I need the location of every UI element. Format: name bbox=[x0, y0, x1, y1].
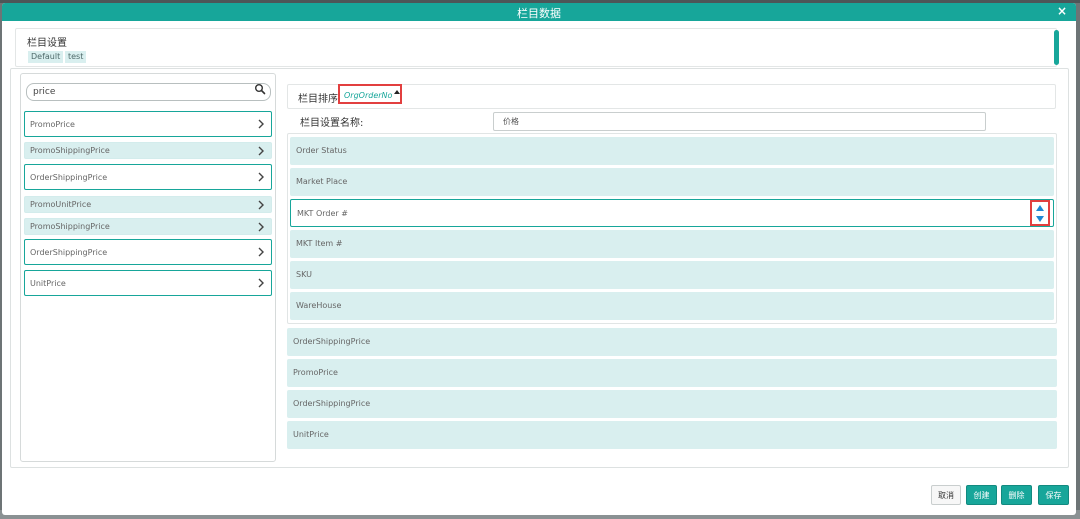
chevron-right-icon bbox=[258, 222, 264, 232]
field-item-order-shipping-price[interactable]: OrderShippingPrice bbox=[24, 164, 272, 190]
delete-button[interactable]: 删除 bbox=[1001, 485, 1032, 505]
modal-header: 栏目数据 × bbox=[2, 3, 1076, 21]
selected-field-label: OrderShippingPrice bbox=[293, 337, 371, 346]
chevron-right-icon bbox=[258, 172, 264, 182]
cancel-button[interactable]: 取消 bbox=[931, 485, 961, 505]
move-up-icon[interactable] bbox=[1036, 205, 1044, 211]
chevron-right-icon bbox=[258, 119, 264, 129]
column-item-market-place[interactable]: Market Place bbox=[290, 168, 1054, 196]
create-button[interactable]: 创建 bbox=[966, 485, 997, 505]
column-item-mkt-item[interactable]: MKT Item # bbox=[290, 230, 1054, 258]
field-item-label: PromoUnitPrice bbox=[30, 200, 92, 209]
caret-up-icon bbox=[394, 90, 400, 94]
selected-field-order-shipping-price-2[interactable]: OrderShippingPrice bbox=[287, 390, 1057, 418]
search-icon[interactable] bbox=[254, 83, 266, 95]
field-item-unit-price[interactable]: UnitPrice bbox=[24, 270, 272, 296]
field-item-promo-unit-price[interactable]: PromoUnitPrice bbox=[24, 196, 272, 213]
setting-name-input[interactable] bbox=[493, 112, 986, 131]
close-button[interactable]: × bbox=[1056, 5, 1068, 18]
search-input[interactable] bbox=[33, 86, 243, 98]
field-item-label: PromoPrice bbox=[30, 120, 75, 129]
column-item-warehouse[interactable]: WareHouse bbox=[290, 292, 1054, 320]
chevron-right-icon bbox=[258, 247, 264, 257]
field-item-label: OrderShippingPrice bbox=[30, 173, 108, 182]
field-item-order-shipping-price-2[interactable]: OrderShippingPrice bbox=[24, 239, 272, 265]
column-item-mkt-order[interactable]: MKT Order # bbox=[290, 199, 1054, 227]
column-settings-panel: 栏目设置 Default test bbox=[15, 28, 1057, 67]
field-item-label: OrderShippingPrice bbox=[30, 248, 108, 257]
modal-title: 栏目数据 bbox=[517, 7, 561, 20]
settings-scrollbar[interactable] bbox=[1054, 30, 1059, 65]
field-item-label: PromoShippingPrice bbox=[30, 146, 110, 155]
sort-label: 栏目排序 bbox=[298, 94, 338, 105]
chevron-right-icon bbox=[258, 200, 264, 210]
settings-title: 栏目设置 bbox=[27, 38, 67, 49]
reorder-control bbox=[1030, 200, 1050, 226]
column-item-sku[interactable]: SKU bbox=[290, 261, 1054, 289]
chevron-right-icon bbox=[258, 278, 264, 288]
field-item-promo-shipping-price-2[interactable]: PromoShippingPrice bbox=[24, 218, 272, 235]
field-item-promo-price[interactable]: PromoPrice bbox=[24, 111, 272, 137]
column-item-order-status[interactable]: Order Status bbox=[290, 137, 1054, 165]
selected-field-label: UnitPrice bbox=[293, 430, 329, 439]
selected-field-unit-price[interactable]: UnitPrice bbox=[287, 421, 1057, 449]
sort-dropdown[interactable]: OrgOrderNo bbox=[338, 84, 402, 104]
selected-field-order-shipping-price[interactable]: OrderShippingPrice bbox=[287, 328, 1057, 356]
column-item-label: WareHouse bbox=[296, 301, 342, 310]
selected-field-label: PromoPrice bbox=[293, 368, 338, 377]
sort-value: OrgOrderNo bbox=[344, 91, 393, 100]
field-item-label: PromoShippingPrice bbox=[30, 222, 110, 231]
column-item-label: MKT Item # bbox=[296, 239, 343, 248]
column-item-label: SKU bbox=[296, 270, 312, 279]
save-button[interactable]: 保存 bbox=[1038, 485, 1069, 505]
field-item-promo-shipping-price[interactable]: PromoShippingPrice bbox=[24, 142, 272, 159]
close-icon: × bbox=[1056, 4, 1068, 18]
sort-bar bbox=[287, 84, 1056, 109]
preset-chip-test[interactable]: test bbox=[65, 51, 87, 63]
preset-chip-default[interactable]: Default bbox=[28, 51, 64, 63]
selected-field-promo-price[interactable]: PromoPrice bbox=[287, 359, 1057, 387]
setting-name-label: 栏目设置名称: bbox=[300, 118, 364, 129]
column-item-label: Order Status bbox=[296, 146, 347, 155]
move-down-icon[interactable] bbox=[1036, 216, 1044, 222]
column-item-label: MKT Order # bbox=[297, 209, 348, 218]
column-item-label: Market Place bbox=[296, 177, 348, 186]
selected-field-label: OrderShippingPrice bbox=[293, 399, 371, 408]
chevron-right-icon bbox=[258, 146, 264, 156]
field-item-label: UnitPrice bbox=[30, 279, 66, 288]
